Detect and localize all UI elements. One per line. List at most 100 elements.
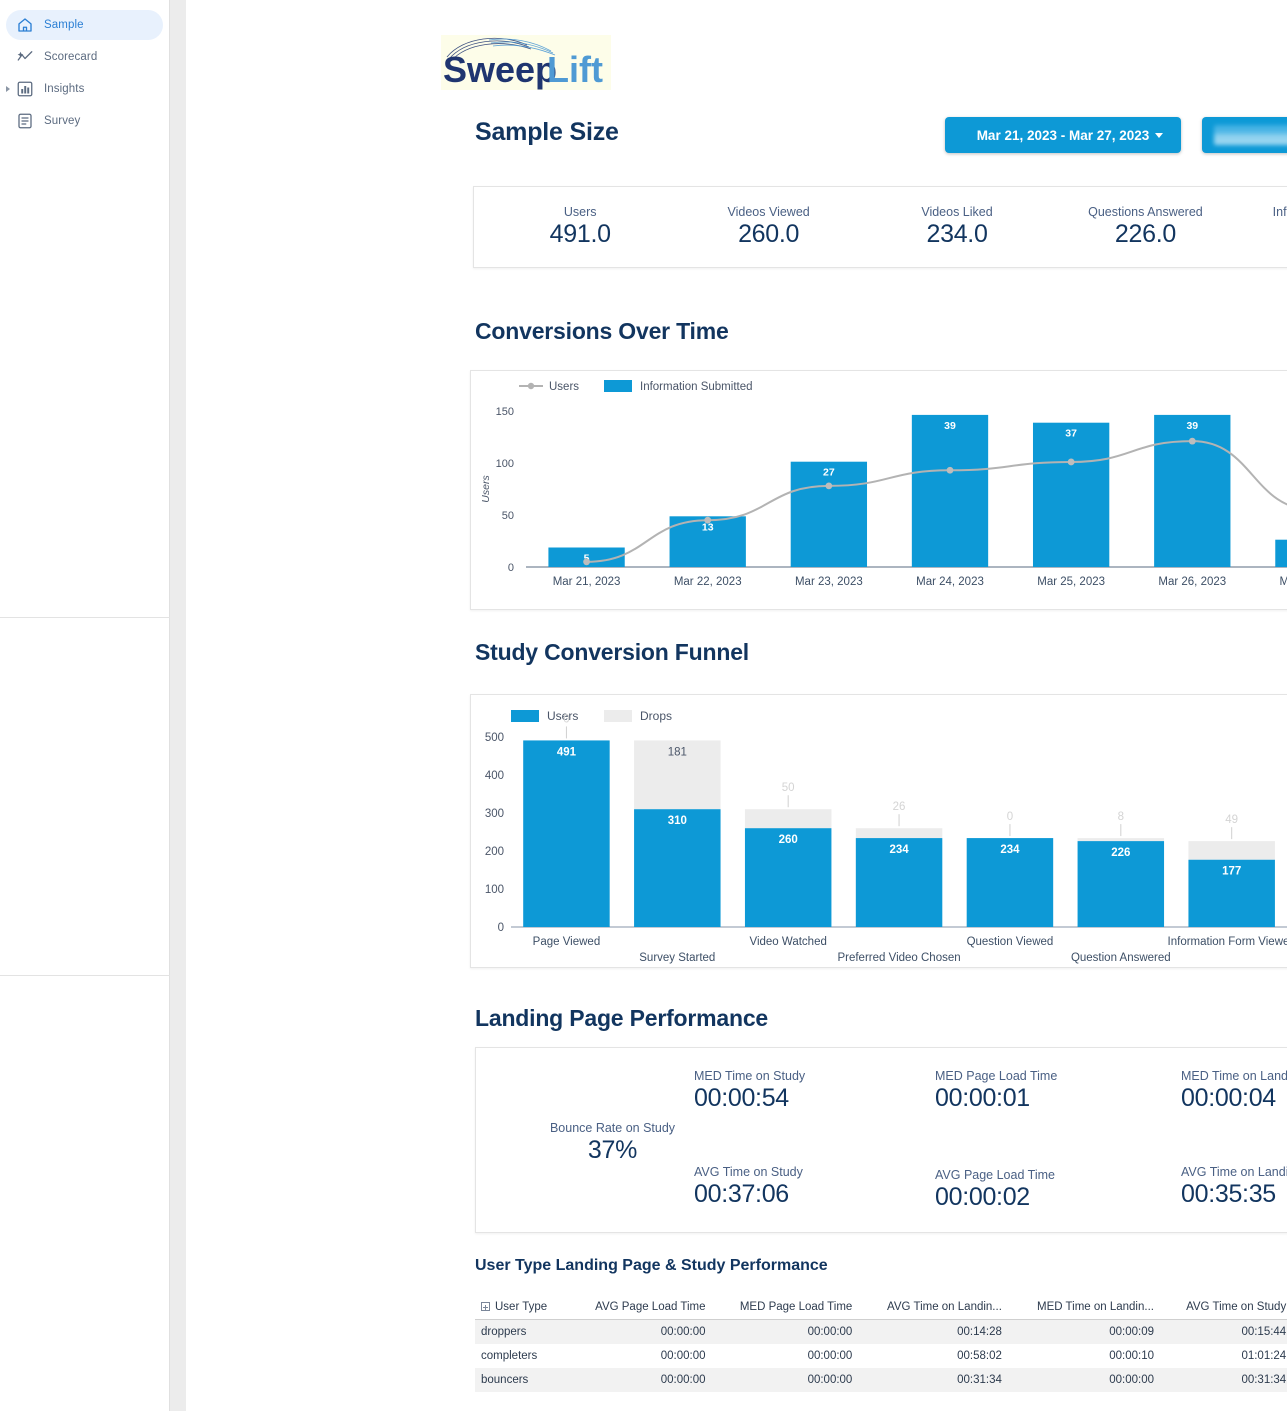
- kpi-label: Information Submitted: [1240, 205, 1287, 219]
- table-cell-user-type: completers: [475, 1344, 567, 1368]
- metric-med-time-on-landing-page: MED Time on Landing Page 00:00:04: [1181, 1069, 1287, 1113]
- table-column-header[interactable]: MED Time on Landin...: [1008, 1297, 1160, 1320]
- table-cell: 00:00:00: [1008, 1368, 1160, 1392]
- svg-text:310: 310: [668, 815, 687, 827]
- kpi-label: Users: [486, 205, 674, 219]
- kpi-card: Users 491.0 Videos Viewed 260.0 Videos L…: [473, 186, 1287, 268]
- metric-value: 00:37:06: [694, 1180, 803, 1209]
- svg-text:150: 150: [496, 406, 514, 418]
- kpi-information-submitted: Information Submitted 167.0: [1240, 205, 1287, 249]
- svg-text:200: 200: [485, 846, 504, 858]
- kpi-value: 226.0: [1051, 220, 1239, 249]
- svg-text:491: 491: [557, 746, 577, 758]
- table-row[interactable]: bouncers00:00:0000:00:0000:31:3400:00:00…: [475, 1368, 1287, 1392]
- chevron-right-icon[interactable]: [6, 86, 10, 92]
- table-column-header[interactable]: MED Page Load Time: [712, 1297, 859, 1320]
- redacted-filter-value: [1214, 125, 1287, 145]
- table-cell: 00:00:00: [712, 1368, 859, 1392]
- svg-text:100: 100: [496, 458, 514, 470]
- kpi-videos-liked: Videos Liked 234.0: [863, 205, 1051, 249]
- conversions-over-time-chart[interactable]: UsersInformation Submitted05010015001020…: [471, 371, 1287, 609]
- svg-text:400: 400: [485, 770, 504, 782]
- table-cell: 00:00:09: [1008, 1320, 1160, 1345]
- svg-text:Drops: Drops: [640, 709, 672, 723]
- svg-text:39: 39: [944, 420, 956, 432]
- date-range-dropdown[interactable]: Mar 21, 2023 - Mar 27, 2023: [945, 117, 1181, 153]
- metric-label: MED Page Load Time: [935, 1069, 1057, 1083]
- dashboard-root: Sample Scorecard Insights: [0, 0, 1287, 1411]
- kpi-value: 234.0: [863, 220, 1051, 249]
- filter-dropdown[interactable]: [1202, 117, 1287, 153]
- svg-text:0: 0: [498, 922, 504, 934]
- table-cell: 00:00:00: [567, 1320, 711, 1345]
- table-cell: 00:31:34: [1160, 1368, 1287, 1392]
- kpi-value: 260.0: [674, 220, 862, 249]
- sidebar-divider: [0, 617, 170, 618]
- metric-avg-time-on-landing-page: AVG Time on Landing Page 00:35:35: [1181, 1165, 1287, 1209]
- table-header-row: User TypeAVG Page Load TimeMED Page Load…: [475, 1297, 1287, 1320]
- svg-text:Mar 21, 2023: Mar 21, 2023: [553, 576, 621, 588]
- brand-logo: Sweep Lift: [441, 35, 611, 90]
- sidebar-item-scorecard[interactable]: Scorecard: [6, 42, 163, 72]
- svg-text:500: 500: [485, 732, 504, 744]
- svg-text:0: 0: [563, 713, 569, 725]
- table-cell: 01:01:24: [1160, 1344, 1287, 1368]
- main-content: Sweep Lift Sample Size Mar 21, 2023 - Ma…: [186, 0, 1287, 1411]
- svg-text:Question Answered: Question Answered: [1071, 952, 1171, 964]
- table-column-header[interactable]: AVG Time on Study: [1160, 1297, 1287, 1320]
- kpi-questions-answered: Questions Answered 226.0: [1051, 205, 1239, 249]
- svg-text:26: 26: [893, 801, 906, 813]
- metric-label: Bounce Rate on Study: [520, 1121, 705, 1135]
- svg-text:Mar 26, 2023: Mar 26, 2023: [1158, 576, 1226, 588]
- metric-label: MED Time on Landing Page: [1181, 1069, 1287, 1083]
- funnel-chart-card: UsersDropsConversion Rate34.0%0100200300…: [470, 694, 1287, 968]
- svg-text:181: 181: [668, 746, 687, 758]
- metric-value: 37%: [520, 1136, 705, 1165]
- sidebar-item-sample[interactable]: Sample: [6, 10, 163, 40]
- metric-bounce-rate: Bounce Rate on Study 37%: [520, 1121, 705, 1165]
- metric-value: 00:00:01: [935, 1084, 1057, 1113]
- table-cell: 00:31:34: [858, 1368, 1008, 1392]
- sidebar-item-label: Insights: [44, 83, 84, 95]
- section-title-funnel: Study Conversion Funnel: [475, 639, 749, 666]
- table-title: User Type Landing Page & Study Performan…: [475, 1257, 828, 1275]
- sidebar: Sample Scorecard Insights: [0, 0, 170, 1411]
- svg-text:260: 260: [779, 834, 798, 846]
- svg-text:0: 0: [508, 562, 514, 574]
- table-cell: 00:00:00: [712, 1320, 859, 1345]
- table-row[interactable]: completers00:00:0000:00:0000:58:0200:00:…: [475, 1344, 1287, 1368]
- table-column-header[interactable]: AVG Page Load Time: [567, 1297, 711, 1320]
- table-row[interactable]: droppers00:00:0000:00:0000:14:2800:00:09…: [475, 1320, 1287, 1345]
- metric-value: 00:00:04: [1181, 1084, 1287, 1113]
- sidebar-item-survey[interactable]: Survey: [6, 106, 163, 136]
- sidebar-item-insights[interactable]: Insights: [6, 74, 163, 104]
- sweeplift-logo-svg: Sweep Lift: [441, 35, 609, 90]
- user-type-performance-table: User TypeAVG Page Load TimeMED Page Load…: [475, 1297, 1287, 1392]
- svg-text:50: 50: [782, 782, 795, 794]
- metric-med-page-load-time: MED Page Load Time 00:00:01: [935, 1069, 1057, 1113]
- sidebar-item-label: Sample: [44, 19, 84, 31]
- table-cell-user-type: droppers: [475, 1320, 567, 1345]
- table-cell: 00:00:00: [567, 1344, 711, 1368]
- svg-text:226: 226: [1111, 847, 1130, 859]
- kpi-users: Users 491.0: [486, 205, 674, 249]
- table-column-header[interactable]: AVG Time on Landin...: [858, 1297, 1008, 1320]
- svg-text:39: 39: [1186, 420, 1198, 432]
- svg-text:Sweep: Sweep: [443, 49, 557, 90]
- study-conversion-funnel-chart[interactable]: UsersDropsConversion Rate34.0%0100200300…: [471, 695, 1287, 967]
- svg-text:37: 37: [1065, 428, 1077, 440]
- svg-text:Information Submitted: Information Submitted: [640, 381, 753, 393]
- table-cell: 00:00:00: [712, 1344, 859, 1368]
- metric-label: AVG Page Load Time: [935, 1168, 1055, 1182]
- table-cell: 00:00:00: [567, 1368, 711, 1392]
- landing-performance-card: Bounce Rate on Study 37% MED Time on Stu…: [475, 1047, 1287, 1233]
- kpi-videos-viewed: Videos Viewed 260.0: [674, 205, 862, 249]
- expand-icon[interactable]: [481, 1302, 490, 1311]
- table-cell: 00:15:44: [1160, 1320, 1287, 1345]
- table-column-header[interactable]: User Type: [475, 1297, 567, 1320]
- svg-text:Page Viewed: Page Viewed: [533, 936, 601, 948]
- metric-value: 00:35:35: [1181, 1180, 1287, 1209]
- chevron-down-icon: [1155, 133, 1163, 138]
- line-chart-icon: [16, 48, 34, 66]
- metric-avg-time-on-study: AVG Time on Study 00:37:06: [694, 1165, 803, 1209]
